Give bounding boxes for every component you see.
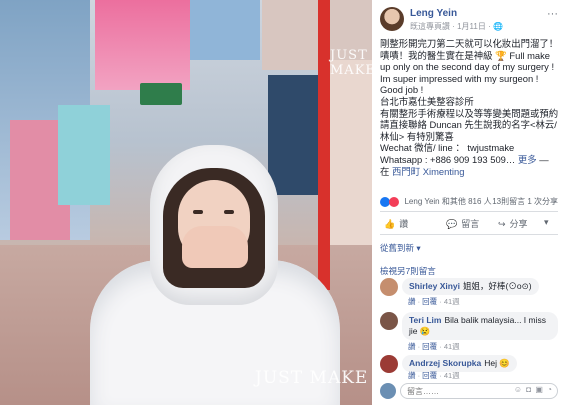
divider xyxy=(380,211,558,212)
more-options-icon[interactable]: ··· xyxy=(547,8,558,20)
comment-reply-link[interactable]: 回覆 xyxy=(422,371,437,380)
caption-whatsapp: Whatsapp : +886 909 193 509 xyxy=(380,153,506,165)
post-header: Leng Yein 既這專頁讚 · 1月11日 · 🌐 ··· xyxy=(380,7,558,33)
comment-order-filter[interactable]: 從舊到新 ▾ xyxy=(380,242,421,254)
red-pole xyxy=(318,0,330,290)
commenter-avatar[interactable] xyxy=(380,355,398,373)
globe-icon: 🌐 xyxy=(492,22,503,31)
thumbs-up-icon: 👍 xyxy=(384,219,396,229)
share-button[interactable]: ↪ 分享 xyxy=(498,217,528,230)
comment-meta: 讚 · 回覆 · 41週 xyxy=(408,297,460,306)
share-arrow-icon: ↪ xyxy=(498,219,506,229)
page-link[interactable]: 既這專頁讚 xyxy=(410,22,450,31)
right-eye xyxy=(224,210,234,214)
reactions-text[interactable]: Leng Yein 和其他 816 人 xyxy=(404,197,491,206)
comments-share-count[interactable]: 13則留言 1 次分享 xyxy=(492,196,558,207)
caption-line: 台北市嘉仕美整容診所 xyxy=(380,95,474,107)
comment-reply-link[interactable]: 回覆 xyxy=(422,342,437,351)
shop-sign-dark xyxy=(268,75,318,195)
post-side-panel: Leng Yein 既這專頁讚 · 1月11日 · 🌐 ··· 剛整形開完刀第二… xyxy=(372,0,564,405)
camera-icon[interactable]: ◘ xyxy=(526,385,532,394)
commenter-name[interactable]: Andrzej Skorupka xyxy=(409,358,481,368)
share-count[interactable]: 1 次分享 xyxy=(527,197,558,206)
divider xyxy=(380,234,558,235)
comment-bubble: Shirley Xinyi 姐姐，好棒(⊙o⊙) xyxy=(402,278,539,295)
caption-line: Whatsapp : +886 909 193 509… 更多 — 在 西門町 … xyxy=(380,153,549,177)
emoji-icon[interactable]: ☺ xyxy=(514,385,523,394)
gif-icon[interactable]: ▣ xyxy=(535,385,544,394)
commenter-avatar[interactable] xyxy=(380,278,398,296)
share-label: 分享 xyxy=(509,219,528,229)
comment-bubble: Teri Lim Bila balik malaysia... I miss ji… xyxy=(402,312,558,340)
comment-time[interactable]: 41週 xyxy=(444,342,460,351)
caption-line: Wechat 微信/ line ： twjustmake xyxy=(380,142,515,154)
like-label: 讚 xyxy=(399,219,409,229)
caption-line: 剛整形開完刀第二天就可以化妝出門溜了！嘖嘖！我的醫生實在是神級 🏆 Full m… xyxy=(380,38,559,96)
comment-time[interactable]: 41週 xyxy=(444,371,460,380)
comment-meta: 讚 · 回覆 · 41週 xyxy=(408,371,460,380)
watermark-top: JUST MAKE xyxy=(330,48,372,78)
location-link[interactable]: 西門町 Ximenting xyxy=(392,166,464,177)
blue-sign xyxy=(190,0,260,60)
green-street-sign xyxy=(140,83,182,105)
view-previous-comments[interactable]: 檢視另7則留言 xyxy=(380,265,436,277)
like-button[interactable]: 👍 讚 xyxy=(384,217,408,230)
shop-sign-cyan xyxy=(58,105,110,205)
reactions-bar[interactable]: Leng Yein 和其他 816 人 13則留言 1 次分享 xyxy=(380,196,558,208)
comment-text: Hej 😊 xyxy=(484,358,510,368)
commenter-avatar[interactable] xyxy=(380,312,398,330)
commenter-name[interactable]: Teri Lim xyxy=(409,315,441,325)
love-reaction-icon xyxy=(389,196,400,207)
composer-tools[interactable]: ☺ ◘ ▣ ◔ xyxy=(514,385,553,394)
sticker-icon[interactable]: ◔ xyxy=(547,385,553,394)
left-eye xyxy=(193,210,203,214)
post-meta: 既這專頁讚 · 1月11日 · 🌐 xyxy=(410,22,503,31)
see-more-link[interactable]: 更多 xyxy=(518,154,537,165)
viewer-avatar xyxy=(380,383,396,399)
caption-line: 有關整形手術療程以及等等變美問題或預約請直接聯絡 Duncan 先生說我的名字<… xyxy=(380,107,559,142)
comment-composer: ☺ ◘ ▣ ◔ xyxy=(380,383,558,399)
commenter-name[interactable]: Shirley Xinyi xyxy=(409,281,460,291)
watermark-bottom: JUST MAKE xyxy=(255,368,369,388)
action-bar: 👍 讚 💬 留言 ↪ 分享 ▾ xyxy=(380,214,558,232)
comment-text: 姐姐，好棒(⊙o⊙) xyxy=(463,281,532,291)
comment-button[interactable]: 💬 留言 xyxy=(446,217,479,230)
comment-like-link[interactable]: 讚 xyxy=(408,342,416,351)
comment-meta: 讚 · 回覆 · 41週 xyxy=(408,342,460,351)
comment-reply-link[interactable]: 回覆 xyxy=(422,297,437,306)
post-caption: 剛整形開完刀第二天就可以化妝出門溜了！嘖嘖！我的醫生實在是神級 🏆 Full m… xyxy=(380,38,560,177)
pink-sign xyxy=(95,0,190,90)
comments-count[interactable]: 13則留言 xyxy=(492,197,525,206)
reaction-switch-icon[interactable]: ▾ xyxy=(544,217,549,228)
comment-label: 留言 xyxy=(461,219,480,229)
comment-like-link[interactable]: 讚 xyxy=(408,371,416,380)
comment-time[interactable]: 41週 xyxy=(444,297,460,306)
author-name[interactable]: Leng Yein xyxy=(410,8,457,19)
post-photo[interactable]: JUST MAKE JUST MAKE xyxy=(0,0,372,405)
author-avatar[interactable] xyxy=(380,7,404,31)
hands-covering-mouth xyxy=(182,226,248,268)
comment-like-link[interactable]: 讚 xyxy=(408,297,416,306)
post-date[interactable]: 1月11日 xyxy=(457,22,486,31)
comment-bubble-icon: 💬 xyxy=(446,219,458,229)
